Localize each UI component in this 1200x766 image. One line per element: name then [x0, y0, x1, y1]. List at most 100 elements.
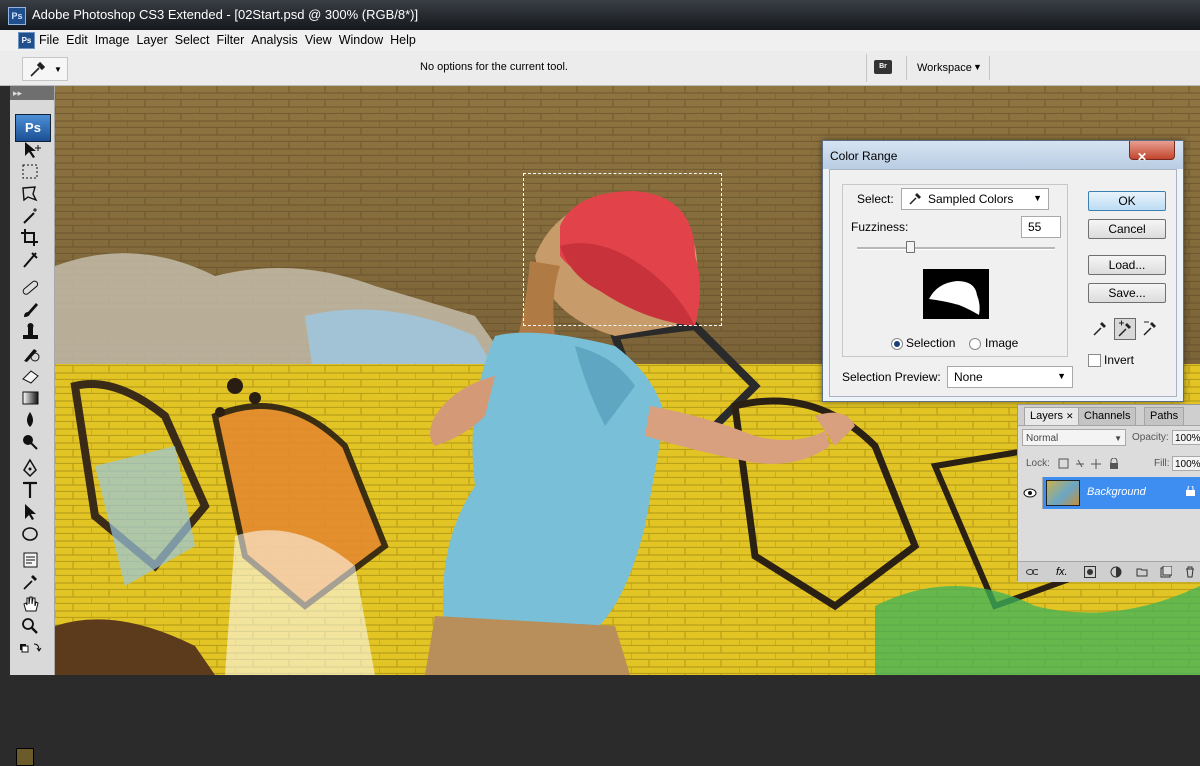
tab-layers[interactable]: Layers ✕ — [1024, 407, 1080, 425]
select-dropdown[interactable]: Sampled Colors ▼ — [901, 188, 1049, 210]
foreground-color-swatch[interactable] — [16, 748, 34, 766]
tool-preset-picker[interactable]: ▼ — [22, 57, 68, 81]
photoshop-badge[interactable]: Ps — [15, 114, 51, 142]
lasso-tool[interactable] — [20, 184, 42, 204]
menu-window[interactable]: Window — [339, 33, 390, 47]
slice-tool[interactable] — [20, 250, 42, 270]
dodge-tool[interactable] — [20, 432, 42, 452]
brush-tool[interactable] — [20, 300, 42, 320]
window-title: Adobe Photoshop CS3 Extended - [02Start.… — [32, 7, 419, 22]
opacity-input[interactable]: 100% — [1172, 430, 1200, 445]
workspace-button[interactable]: Workspace ▼ — [906, 56, 990, 80]
tab-paths[interactable]: Paths — [1144, 407, 1185, 425]
select-value: Sampled Colors — [928, 192, 1014, 206]
menu-analysis[interactable]: Analysis — [251, 33, 305, 47]
trash-icon[interactable] — [1184, 566, 1196, 578]
ellipse-tool[interactable] — [20, 524, 42, 544]
pen-tool[interactable] — [20, 458, 42, 478]
tab-layers-label: Layers — [1030, 410, 1064, 422]
move-tool[interactable] — [20, 140, 42, 160]
layer-style-icon[interactable]: fx. — [1056, 566, 1068, 578]
menu-image[interactable]: Image — [95, 33, 137, 47]
tab-channels[interactable]: Channels — [1078, 407, 1137, 425]
folder-icon[interactable] — [1136, 566, 1148, 578]
menu-select[interactable]: Select — [175, 33, 217, 47]
eyedropper-tool[interactable] — [20, 572, 42, 592]
fill-input[interactable]: 100% — [1172, 456, 1200, 471]
invert-checkbox[interactable] — [1088, 354, 1101, 367]
menu-help[interactable]: Help — [390, 33, 423, 47]
path-selection-tool[interactable] — [20, 502, 42, 522]
chevron-down-icon: ▼ — [1033, 193, 1042, 203]
dodge-icon — [23, 435, 38, 450]
image-radio[interactable] — [969, 338, 981, 350]
eraser-tool[interactable] — [20, 366, 42, 386]
menu-layer[interactable]: Layer — [136, 33, 174, 47]
swap-colors-control[interactable] — [20, 642, 42, 656]
menu-file[interactable]: File — [39, 33, 66, 47]
ok-button[interactable]: OK — [1088, 191, 1166, 211]
eyedropper-sample-button[interactable] — [1090, 318, 1110, 338]
cap-mask-preview — [929, 281, 980, 315]
layer-mask-icon[interactable] — [1084, 566, 1096, 578]
slice-icon — [23, 252, 38, 268]
range-group: Select: Sampled Colors ▼ Fuzziness: 55 S… — [842, 184, 1068, 357]
color-range-dialog: Color Range ✕ Select: Sampled Colors ▼ F… — [822, 140, 1184, 402]
blend-mode-value: Normal — [1026, 433, 1059, 444]
magic-wand-tool[interactable] — [20, 206, 42, 226]
selection-radio[interactable] — [891, 338, 903, 350]
menu-edit[interactable]: Edit — [66, 33, 95, 47]
dialog-title: Color Range — [830, 149, 898, 163]
new-layer-icon[interactable] — [1160, 566, 1172, 578]
marquee-tool[interactable] — [20, 162, 42, 182]
gradient-tool[interactable] — [20, 388, 42, 408]
history-brush-tool[interactable] — [20, 344, 42, 364]
fill-label: Fill: — [1154, 458, 1170, 469]
blur-tool[interactable] — [20, 410, 42, 430]
layer-row-background[interactable]: Background — [1018, 477, 1200, 509]
bandage-icon — [22, 280, 39, 295]
healing-brush-tool[interactable] — [20, 278, 42, 298]
clone-stamp-tool[interactable] — [20, 322, 42, 342]
eyedropper-add-button[interactable] — [1114, 318, 1136, 340]
options-bar: ▼ No options for the current tool. Br Wo… — [0, 51, 1200, 86]
menu-view[interactable]: View — [305, 33, 339, 47]
crop-tool[interactable] — [20, 228, 42, 248]
selection-preview-dropdown[interactable]: None ▼ — [947, 366, 1073, 388]
eyedropper-plus-icon — [1118, 320, 1131, 337]
close-button[interactable]: ✕ — [1129, 141, 1175, 164]
cancel-button[interactable]: Cancel — [1088, 219, 1166, 239]
dialog-title-bar[interactable]: Color Range ✕ — [823, 141, 1183, 169]
swap-arrows-icon — [20, 643, 42, 653]
fuzziness-slider-thumb[interactable] — [906, 241, 916, 253]
magic-wand-icon — [23, 208, 37, 224]
fuzziness-value: 55 — [1028, 220, 1042, 234]
bridge-button[interactable]: Br — [874, 60, 892, 74]
menu-filter[interactable]: Filter — [216, 33, 251, 47]
layer-visibility-toggle[interactable] — [1018, 477, 1043, 509]
ellipse-icon — [22, 527, 38, 541]
eraser-icon — [22, 370, 39, 384]
link-icon[interactable] — [1026, 566, 1038, 578]
toolbox-grip[interactable]: ▸▸ — [10, 86, 54, 100]
adjustment-layer-icon[interactable] — [1110, 566, 1122, 578]
eyedropper-minus-icon — [1143, 321, 1156, 336]
workspace-label: Workspace — [917, 62, 972, 74]
notes-tool[interactable] — [20, 550, 42, 570]
save-button[interactable]: Save... — [1088, 283, 1166, 303]
load-button[interactable]: Load... — [1088, 255, 1166, 275]
blend-mode-dropdown[interactable]: Normal ▼ — [1022, 429, 1126, 446]
eyedropper-subtract-button[interactable] — [1140, 318, 1160, 338]
layers-panel: Layers ✕ Channels Paths Normal ▼ Opacity:… — [1017, 404, 1200, 582]
fuzziness-slider-track[interactable] — [857, 247, 1055, 250]
note-icon — [23, 552, 38, 568]
close-icon[interactable]: ✕ — [1066, 411, 1074, 421]
title-bar: Ps Adobe Photoshop CS3 Extended - [02Sta… — [0, 0, 1200, 30]
fuzziness-input[interactable]: 55 — [1021, 216, 1061, 238]
zoom-tool[interactable] — [20, 616, 42, 636]
layer-thumbnail — [1046, 480, 1080, 506]
lock-options-icons[interactable] — [1058, 458, 1130, 470]
app-menu-icon[interactable]: Ps — [18, 32, 35, 49]
type-tool[interactable] — [20, 480, 42, 500]
hand-tool[interactable] — [20, 594, 42, 614]
